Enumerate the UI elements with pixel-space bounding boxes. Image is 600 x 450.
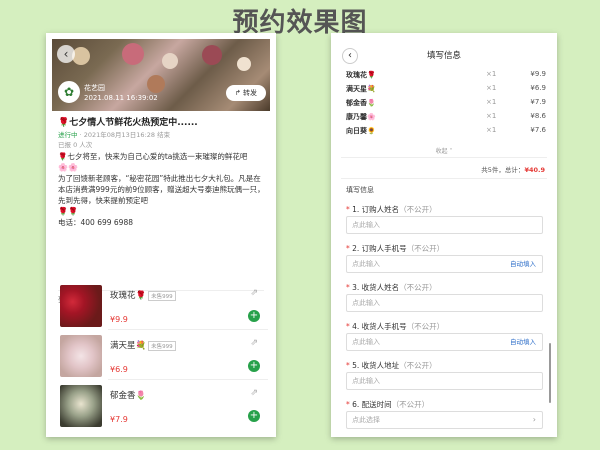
add-button[interactable]: + — [248, 410, 260, 422]
receiver-phone-input[interactable]: 点此输入 自动填入 — [346, 333, 543, 351]
babys-breath-thumbnail — [60, 335, 102, 377]
receiver-name-input[interactable]: 点此输入 — [346, 294, 543, 312]
add-button[interactable]: + — [248, 310, 260, 322]
sold-badge: 未售999 — [148, 340, 176, 351]
order-item: 满天星💐 ×1 ¥6.9 — [346, 84, 546, 96]
item-name: 郁金香🌷 — [110, 391, 147, 401]
summary-total: ¥40.9 — [524, 166, 545, 174]
divider — [108, 329, 268, 330]
order-item: 向日葵🌻 ×1 ¥7.6 — [346, 126, 546, 138]
order-item-price: ¥7.9 — [530, 98, 546, 106]
buyer-phone-input[interactable]: 点此输入 自动填入 — [346, 255, 543, 273]
chevron-right-icon: › — [532, 415, 536, 424]
add-button[interactable]: + — [248, 360, 260, 372]
field-label-receiver-name: * 3. 收货人姓名（不公开） — [346, 283, 437, 292]
order-item: 郁金香🌷 ×1 ¥7.9 — [346, 98, 546, 110]
share-link-icon[interactable]: ⇗ — [250, 338, 258, 348]
share-icon: ↱ — [234, 89, 244, 97]
field-label-receiver-phone: * 4. 收货人手机号（不公开） — [346, 322, 445, 331]
section-label: 填写信息 — [346, 186, 374, 194]
list-item[interactable]: 满天星💐 未售999 ¥6.9 ⇗ + — [60, 335, 268, 381]
order-item-qty: ×1 — [486, 112, 497, 120]
summary-prefix: 共5件，总计： — [481, 166, 525, 174]
order-item-qty: ×1 — [486, 98, 497, 106]
order-item-price: ¥8.6 — [530, 112, 546, 120]
sold-badge: 未售999 — [148, 290, 176, 301]
event-detail-screen: ‹ ✿ 花艺园 2021.08.11 16:39:02 ↱ 转发 🌹七夕情人节鲜… — [46, 33, 276, 437]
list-item[interactable]: 玫瑰花🌹 未售999 ¥9.9 ⇗ + — [60, 285, 268, 331]
field-label-delivery-time: * 6. 配送时间（不公开） — [346, 400, 430, 409]
post-time: 2021.08.11 16:39:02 — [84, 94, 158, 102]
item-name: 玫瑰花🌹 未售999 — [110, 289, 176, 301]
order-item: 康乃馨🌸 ×1 ¥8.6 — [346, 112, 546, 124]
field-label-buyer-phone: * 2. 订购人手机号（不公开） — [346, 244, 445, 253]
brand-logo-icon: ✿ — [58, 81, 80, 103]
banner-image: ‹ ✿ 花艺园 2021.08.11 16:39:02 ↱ 转发 — [52, 39, 270, 111]
order-item: 玫瑰花🌹 ×1 ¥9.9 — [346, 70, 546, 82]
share-label: 转发 — [243, 89, 258, 97]
order-item-name: 郁金香🌷 — [346, 99, 376, 107]
collapse-toggle[interactable]: 收起 ˄ — [331, 146, 557, 155]
order-item-price: ¥9.9 — [530, 70, 546, 78]
rose-thumbnail — [60, 285, 102, 327]
buyer-name-input[interactable]: 点此输入 — [346, 216, 543, 234]
status-line: 进行中 · 2021年08月13日16:28 结束 — [58, 129, 170, 139]
share-button[interactable]: ↱ 转发 — [226, 85, 266, 101]
item-price: ¥7.9 — [110, 415, 128, 424]
list-item[interactable]: 郁金香🌷 ¥7.9 ⇗ + — [60, 385, 268, 431]
brand-name: 花艺园 — [84, 84, 105, 92]
order-item-name: 玫瑰花🌹 — [346, 71, 376, 79]
order-summary: 共5件，总计：¥40.9 — [481, 164, 545, 174]
event-title: 🌹七夕情人节鲜花火热预定中...... — [58, 118, 198, 128]
order-item-name: 向日葵🌻 — [346, 127, 376, 135]
screen-title: 填写信息 — [426, 51, 461, 61]
order-item-price: ¥6.9 — [530, 84, 546, 92]
field-label-address: * 5. 收货人地址（不公开） — [346, 361, 437, 370]
delivery-time-select[interactable]: 点此选择 › — [346, 411, 543, 429]
divider — [341, 178, 547, 179]
chevron-up-icon: ˄ — [447, 148, 453, 155]
autofill-button[interactable]: 自动填入 — [510, 334, 536, 350]
tulip-thumbnail — [60, 385, 102, 427]
back-button[interactable]: ‹ — [57, 45, 75, 63]
share-link-icon[interactable]: ⇗ — [250, 288, 258, 298]
order-item-name: 康乃馨🌸 — [346, 113, 376, 121]
participant-count: 已报 0 人次 — [58, 141, 93, 149]
divider — [341, 157, 547, 158]
item-name: 满天星💐 未售999 — [110, 339, 176, 351]
event-description: 🌹七夕将至，快来为自己心爱的ta挑选一束璀璨的鲜花吧 🌸🌸 为了回馈新老顾客，“… — [58, 151, 268, 228]
end-date: · 2021年08月13日16:28 结束 — [79, 131, 171, 139]
order-item-qty: ×1 — [486, 70, 497, 78]
desc-line: 🌸🌸 — [58, 163, 78, 172]
order-item-qty: ×1 — [486, 84, 497, 92]
desc-line: 🌹七夕将至，快来为自己心爱的ta挑选一束璀璨的鲜花吧 — [58, 152, 248, 161]
desc-line: 🌹🌹 — [58, 207, 78, 216]
order-item-price: ¥7.6 — [530, 126, 546, 134]
desc-line: 电话：400 699 6988 — [58, 218, 133, 227]
scrollbar[interactable] — [549, 343, 551, 403]
status-badge: 进行中 — [58, 131, 78, 139]
order-form-screen: ‹ 填写信息 玫瑰花🌹 ×1 ¥9.9 满天星💐 ×1 ¥6.9 郁金香🌷 ×1… — [331, 33, 557, 437]
share-link-icon[interactable]: ⇗ — [250, 388, 258, 398]
item-price: ¥9.9 — [110, 315, 128, 324]
autofill-button[interactable]: 自动填入 — [510, 256, 536, 272]
order-item-name: 满天星💐 — [346, 85, 376, 93]
field-label-buyer-name: * 1. 订购人姓名（不公开） — [346, 205, 437, 214]
item-price: ¥6.9 — [110, 365, 128, 374]
order-item-qty: ×1 — [486, 126, 497, 134]
divider — [108, 379, 268, 380]
desc-line: 为了回馈新老顾客，“秘密花园”特此推出七夕大礼包。凡是在本店消费满999元的前9… — [58, 174, 265, 205]
address-input[interactable]: 点此输入 — [346, 372, 543, 390]
